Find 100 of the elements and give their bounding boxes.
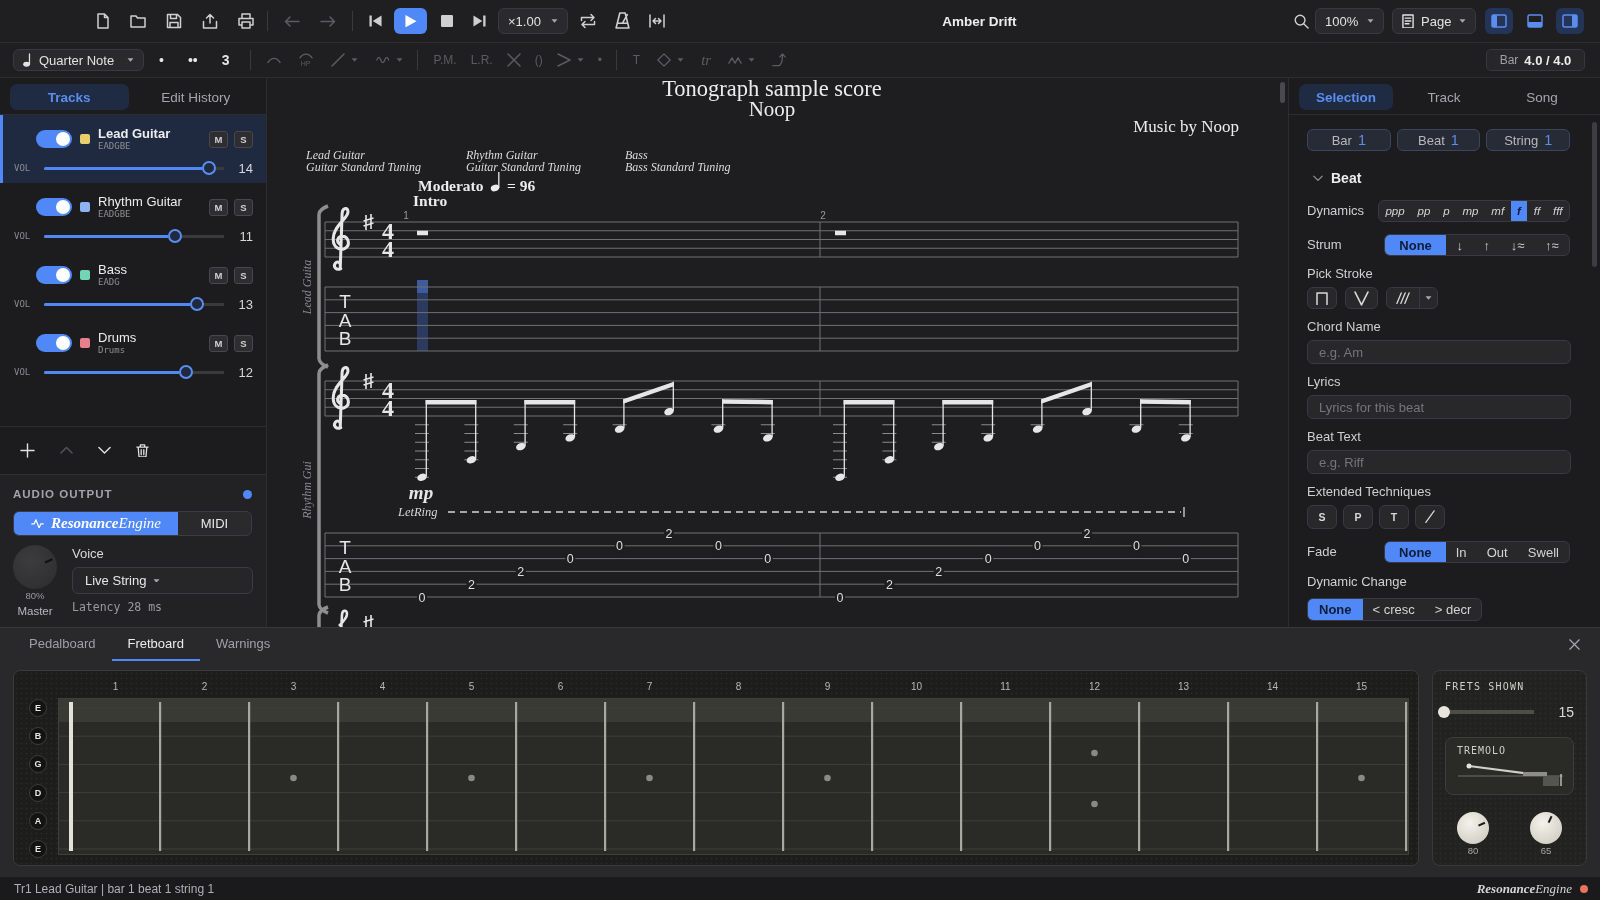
frets-slider[interactable] <box>1438 706 1534 718</box>
slashes-icon[interactable] <box>1396 291 1410 305</box>
segment-option[interactable]: p <box>1436 201 1456 221</box>
string-label[interactable]: A <box>29 811 47 830</box>
file-icon[interactable] <box>96 13 110 29</box>
track-row[interactable]: Lead Guitar EADGBE M S VOL 14 <box>0 115 266 183</box>
play-button[interactable] <box>394 8 427 34</box>
slider-thumb[interactable] <box>189 297 204 311</box>
caret-icon[interactable] <box>1367 19 1374 23</box>
technique-button[interactable] <box>1415 505 1445 529</box>
segment-option[interactable]: ppp <box>1379 201 1412 221</box>
scrollbar-thumb[interactable] <box>1592 122 1597 267</box>
track-row[interactable]: Bass EADG M S VOL 13 <box>0 251 266 319</box>
segment-option[interactable]: pp <box>1411 201 1437 221</box>
segment-option[interactable]: None <box>1385 235 1447 255</box>
fit-width-icon[interactable] <box>649 14 665 28</box>
string-label[interactable]: D <box>29 783 47 802</box>
track-toggle[interactable] <box>36 266 72 284</box>
tremolo-knob[interactable] <box>1530 812 1562 844</box>
v-stroke-icon[interactable] <box>1354 290 1369 306</box>
search-icon[interactable] <box>1294 13 1309 29</box>
close-icon[interactable] <box>1569 639 1580 650</box>
panel-tab[interactable]: Track <box>1397 84 1491 110</box>
caret-icon[interactable] <box>1459 19 1466 23</box>
pulse-icon[interactable] <box>31 518 44 529</box>
skip-forward-icon[interactable] <box>473 14 486 28</box>
track-toggle[interactable] <box>36 130 72 148</box>
position-chip[interactable]: String 1 <box>1486 129 1570 151</box>
downstroke-icon[interactable] <box>1316 291 1328 305</box>
save-icon[interactable] <box>166 13 182 29</box>
string-label[interactable]: B <box>29 727 47 746</box>
text-field[interactable]: Lyrics for this beat <box>1307 395 1571 419</box>
segment-option[interactable]: ↓ <box>1446 235 1474 255</box>
segment-option[interactable]: In <box>1445 542 1477 562</box>
caret-icon[interactable] <box>1425 296 1432 300</box>
panel-tab[interactable]: Edit History <box>136 84 255 110</box>
skip-back-icon[interactable] <box>369 14 382 28</box>
slider-thumb[interactable] <box>1438 706 1450 718</box>
slider-thumb[interactable] <box>168 229 183 243</box>
caret-icon[interactable] <box>127 58 134 62</box>
segment-option[interactable]: < cresc <box>1362 599 1425 620</box>
text-field[interactable]: e.g. Am <box>1307 340 1571 364</box>
segment-option[interactable]: mf <box>1484 201 1511 221</box>
tremolo-knob[interactable] <box>1457 812 1489 844</box>
caret-icon[interactable] <box>551 19 558 23</box>
view-mode-dropdown[interactable]: Page <box>1392 8 1476 34</box>
section-header[interactable]: Beat <box>1313 168 1362 188</box>
pick-stroke-button[interactable] <box>1307 287 1337 309</box>
panel-tab[interactable]: Tracks <box>10 84 129 110</box>
sidebar-right-icon[interactable] <box>1562 14 1578 28</box>
zoom-dropdown[interactable]: 100% <box>1315 8 1384 34</box>
trash-icon[interactable] <box>136 443 149 458</box>
slider-thumb[interactable] <box>179 365 193 379</box>
quarter-note-icon[interactable] <box>23 52 31 68</box>
note-duration-dropdown[interactable]: Quarter Note <box>13 49 144 71</box>
segment-option[interactable]: Swell <box>1517 542 1569 562</box>
dot-tool[interactable]: • <box>159 52 164 68</box>
printer-icon[interactable] <box>238 13 254 29</box>
folder-icon[interactable] <box>130 14 146 28</box>
fretboard-neck[interactable] <box>58 698 1409 855</box>
technique-button[interactable]: T <box>1379 505 1409 529</box>
segment-option[interactable]: Out <box>1476 542 1518 562</box>
segment-option[interactable]: None <box>1385 542 1446 562</box>
string-label[interactable]: G <box>29 755 47 774</box>
technique-button[interactable]: S <box>1307 505 1337 529</box>
segment-option[interactable]: None <box>1308 599 1363 620</box>
page-icon[interactable] <box>1402 13 1414 29</box>
bottom-panel-icon[interactable] <box>1527 14 1543 28</box>
segment-option[interactable]: ↑≈ <box>1534 235 1569 255</box>
string-label[interactable]: E <box>29 839 47 858</box>
mute-button[interactable]: M <box>209 130 228 148</box>
loop-icon[interactable] <box>580 13 596 29</box>
right-panel-toggle[interactable] <box>1556 8 1584 34</box>
segment-option[interactable]: ↑ <box>1473 235 1501 255</box>
upload-icon[interactable] <box>202 13 218 29</box>
slash-icon[interactable] <box>1425 510 1435 524</box>
segment-option[interactable]: mp <box>1456 201 1485 221</box>
sidebar-left-icon[interactable] <box>1491 14 1507 28</box>
track-toggle[interactable] <box>36 334 72 352</box>
segment-option[interactable]: > decr <box>1424 599 1482 620</box>
mute-button[interactable]: M <box>209 198 228 216</box>
string-label[interactable]: E <box>29 699 47 717</box>
mute-button[interactable]: M <box>209 266 228 284</box>
position-chip[interactable]: Bar 1 <box>1307 129 1391 151</box>
segment-option[interactable]: fff <box>1546 201 1569 221</box>
panel-tab[interactable]: Pedalboard <box>13 628 112 661</box>
slider-thumb[interactable] <box>202 161 217 175</box>
mute-button[interactable]: M <box>209 334 228 352</box>
dot-tool[interactable]: •• <box>187 52 198 68</box>
panel-tab[interactable]: Fretboard <box>111 628 200 661</box>
position-chip[interactable]: Beat 1 <box>1396 129 1481 151</box>
solo-button[interactable]: S <box>234 198 253 216</box>
pick-stroke-button[interactable] <box>1386 287 1438 309</box>
plus-icon[interactable] <box>20 443 35 458</box>
segment-option[interactable]: ↓≈ <box>1500 235 1535 255</box>
scrollbar-thumb[interactable] <box>1280 82 1285 103</box>
solo-button[interactable]: S <box>234 130 253 148</box>
solo-button[interactable]: S <box>234 334 253 352</box>
solo-button[interactable]: S <box>234 266 253 284</box>
track-row[interactable]: Drums Drums M S VOL 12 <box>0 319 266 387</box>
